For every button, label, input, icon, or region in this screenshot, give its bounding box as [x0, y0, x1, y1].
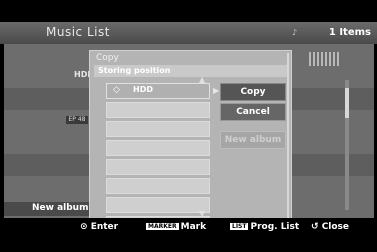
list-item[interactable] [106, 121, 210, 137]
list-item[interactable] [106, 159, 210, 175]
list-scrollbar[interactable] [345, 80, 349, 210]
new-album-button[interactable]: New album [220, 131, 286, 149]
close-hint: ↺ Close [311, 222, 349, 232]
storing-position-list: ◇ HDD [106, 83, 210, 235]
storing-position-header: Storing position [94, 65, 287, 77]
header-bar: Music List ♪ 1 Items [0, 22, 377, 44]
mark-hint: MARKER Mark [146, 222, 206, 232]
thumbnail-icon [309, 52, 341, 66]
marker-key: MARKER [146, 223, 179, 230]
hdd-disc-icon: ◇ [113, 85, 120, 95]
list-item[interactable]: ◇ HDD [106, 83, 210, 99]
dialog-scrollbar[interactable] [287, 53, 289, 219]
item-count: 1 Items [328, 27, 371, 38]
prog-list-hint: LIST Prog. List [230, 222, 299, 232]
enter-hint: ⊙ Enter [80, 222, 118, 232]
scroll-knob[interactable] [345, 88, 349, 118]
mark-label: Mark [180, 222, 207, 232]
footer-bar: ⊙ Enter MARKER Mark LIST Prog. List ↺ Clos… [0, 218, 377, 238]
copy-button[interactable]: Copy [220, 83, 286, 101]
chevron-right-icon: ▶ [213, 86, 220, 95]
list-item[interactable] [106, 140, 210, 156]
music-note-icon: ♪ [292, 28, 298, 37]
prog-list-label: Prog. List [250, 222, 300, 232]
dialog-title: Copy [96, 53, 119, 63]
music-list-screen: Music List ♪ 1 Items HDD EP 48 New album… [0, 0, 377, 252]
list-item[interactable] [106, 178, 210, 194]
close-label: Close [321, 222, 350, 232]
list-key: LIST [230, 223, 249, 230]
mode-badge: EP 48 [66, 116, 88, 124]
copy-dialog: Copy Storing position ▲ ◇ HDD ▶ Copy Can… [89, 50, 292, 232]
new-album-item[interactable]: New album [4, 202, 100, 216]
list-item-label: HDD [133, 85, 153, 94]
enter-icon: ⊙ [80, 222, 88, 232]
list-item[interactable] [106, 197, 210, 213]
list-item[interactable] [106, 102, 210, 118]
enter-label: Enter [90, 222, 119, 232]
cancel-button[interactable]: Cancel [220, 103, 286, 121]
new-album-label: New album [32, 203, 89, 213]
return-icon: ↺ [311, 222, 319, 232]
scroll-down-icon[interactable]: ▼ [199, 209, 205, 218]
storing-position-label: Storing position [98, 66, 171, 75]
page-title: Music List [46, 25, 110, 39]
